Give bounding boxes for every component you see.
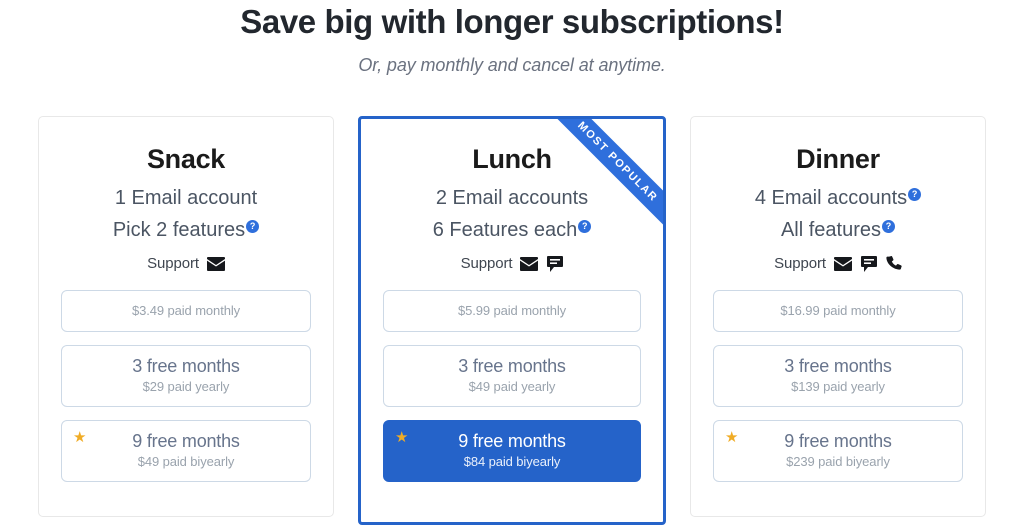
phone-icon <box>886 255 902 272</box>
envelope-icon <box>833 256 852 271</box>
pricing-cards-row: Snack 1 Email account Pick 2 features? Supp… <box>0 116 1024 525</box>
price-option-list: $3.49 paid monthly 3 free months $29 paid … <box>61 290 311 482</box>
price-option-monthly[interactable]: $16.99 paid monthly <box>713 290 963 332</box>
page-title: Save big with longer subscriptions! <box>240 3 784 40</box>
envelope-icon <box>206 256 225 271</box>
price-option-sub: $84 paid biyearly <box>463 454 561 469</box>
plan-feature-text: 1 Email account <box>114 187 258 209</box>
plan-name-snack: Snack <box>146 144 226 174</box>
plan-feature-line: 4 Email accounts? <box>713 185 963 211</box>
pricing-card-lunch: MOST POPULAR Lunch 2 Email accounts 6 Featu… <box>358 116 666 525</box>
price-option-main: $16.99 paid monthly <box>780 303 896 318</box>
support-label: Support <box>774 255 826 272</box>
support-row: Support <box>383 255 641 272</box>
star-icon: ★ <box>725 429 739 446</box>
plan-feature-line: 1 Email account <box>61 185 311 211</box>
support-label: Support <box>147 255 199 272</box>
pricing-card-snack: Snack 1 Email account Pick 2 features? Supp… <box>38 116 334 517</box>
price-option-yearly[interactable]: 3 free months $29 paid yearly <box>61 345 311 407</box>
help-icon[interactable]: ? <box>246 220 260 233</box>
plan-name-dinner: Dinner <box>796 144 880 174</box>
plan-feature-line: Pick 2 features? <box>61 217 311 243</box>
price-option-sub: $239 paid biyearly <box>786 454 890 469</box>
star-icon: ★ <box>73 429 87 446</box>
chat-icon <box>547 255 564 272</box>
support-icon-group <box>833 255 902 272</box>
plan-feature-line: 2 Email accounts <box>383 185 641 211</box>
price-option-main: $3.49 paid monthly <box>131 303 241 318</box>
price-option-sub: $49 paid yearly <box>468 379 556 394</box>
plan-feature-text: Pick 2 features <box>112 219 246 241</box>
price-option-biyearly[interactable]: ★ 9 free months $239 paid biyearly <box>713 420 963 482</box>
help-icon[interactable]: ? <box>578 220 592 233</box>
price-option-list: $5.99 paid monthly 3 free months $49 paid … <box>383 290 641 482</box>
support-icon-group <box>206 256 225 271</box>
support-label: Support <box>460 255 513 272</box>
price-option-sub: $49 paid biyearly <box>137 454 235 469</box>
support-row: Support <box>713 255 963 272</box>
pricing-card-dinner: Dinner 4 Email accounts? All features? Supp… <box>690 116 986 517</box>
star-icon: ★ <box>395 429 409 446</box>
help-icon[interactable]: ? <box>908 188 922 201</box>
plan-feature-text: All features <box>780 219 882 241</box>
price-option-main: 9 free months <box>132 431 240 451</box>
price-option-main: 3 free months <box>784 356 892 376</box>
price-option-list: $16.99 paid monthly 3 free months $139 pai… <box>713 290 963 482</box>
price-option-main: 3 free months <box>132 356 240 376</box>
plan-feature-line: All features? <box>713 217 963 243</box>
price-option-biyearly[interactable]: ★ 9 free months $49 paid biyearly <box>61 420 311 482</box>
price-option-biyearly[interactable]: ★ 9 free months $84 paid biyearly <box>383 420 641 482</box>
price-option-main: $5.99 paid monthly <box>457 303 567 318</box>
plan-feature-line: 6 Features each? <box>383 217 641 243</box>
support-row: Support <box>61 255 311 272</box>
price-option-yearly[interactable]: 3 free months $49 paid yearly <box>383 345 641 407</box>
price-option-sub: $139 paid yearly <box>791 379 885 394</box>
plan-feature-text: 4 Email accounts <box>754 187 908 209</box>
help-icon[interactable]: ? <box>882 220 896 233</box>
page-subtitle: Or, pay monthly and cancel at anytime. <box>358 55 666 75</box>
chat-icon <box>860 255 877 272</box>
price-option-monthly[interactable]: $3.49 paid monthly <box>61 290 311 332</box>
plan-feature-text: 2 Email accounts <box>435 187 589 209</box>
plan-feature-text: 6 Features each <box>432 219 578 241</box>
price-option-yearly[interactable]: 3 free months $139 paid yearly <box>713 345 963 407</box>
envelope-icon <box>520 256 539 271</box>
price-option-main: 9 free months <box>458 431 566 451</box>
price-option-main: 3 free months <box>458 356 566 376</box>
support-icon-group <box>520 255 564 272</box>
price-option-main: 9 free months <box>784 431 892 451</box>
price-option-monthly[interactable]: $5.99 paid monthly <box>383 290 641 332</box>
price-option-sub: $29 paid yearly <box>142 379 230 394</box>
